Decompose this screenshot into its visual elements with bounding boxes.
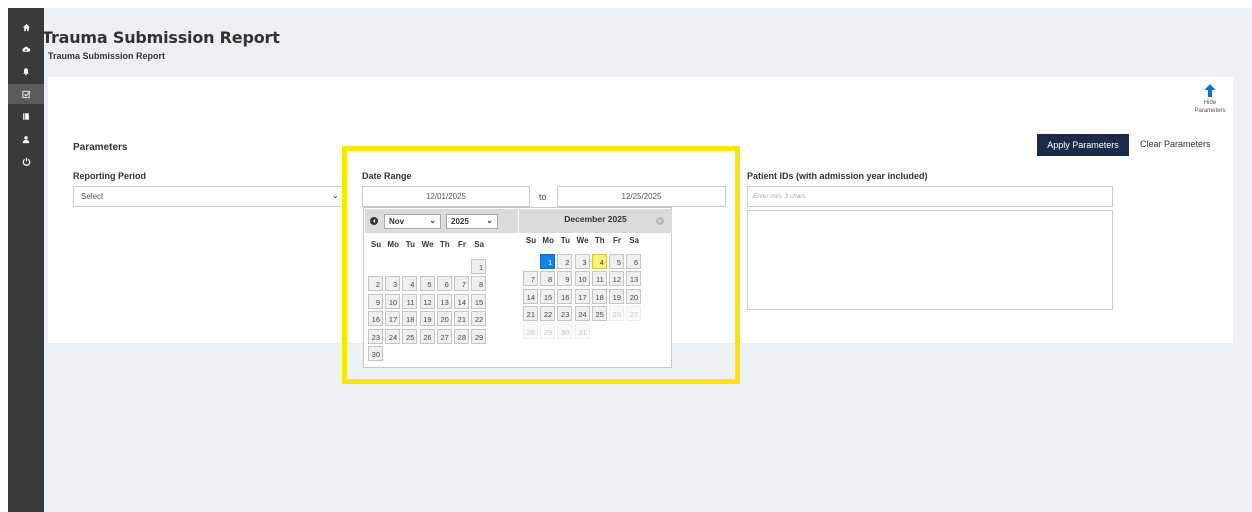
hide-label-2: Parameters <box>1194 108 1226 114</box>
document-icon <box>23 112 29 120</box>
clear-parameters-button[interactable]: Clear Parameters <box>1140 139 1211 149</box>
cloud-upload-icon <box>22 46 31 52</box>
sidebar-item-home[interactable] <box>8 17 44 37</box>
user-icon <box>22 135 30 143</box>
patient-ids-input[interactable]: Enter min. 3 chars <box>747 186 1113 207</box>
sidebar-item-users[interactable] <box>8 129 44 149</box>
chevron-down-icon: ⌄ <box>331 190 339 200</box>
sidebar-item-documents[interactable] <box>8 106 44 126</box>
patient-ids-label: Patient IDs (with admission year include… <box>747 171 928 181</box>
highlight-box <box>342 146 740 384</box>
parameters-heading: Parameters <box>73 142 128 153</box>
apply-parameters-button[interactable]: Apply Parameters <box>1037 134 1129 156</box>
reporting-period-label: Reporting Period <box>73 171 147 181</box>
page-title: Trauma Submission Report <box>42 28 280 47</box>
reporting-period-value: Select <box>81 192 104 201</box>
arrow-up-icon <box>1204 84 1216 97</box>
sidebar-item-notifications[interactable] <box>8 61 44 81</box>
hide-parameters-button[interactable]: Hide Parameters <box>1188 84 1232 115</box>
power-icon <box>22 157 30 166</box>
bell-icon <box>23 67 29 75</box>
sidebar <box>8 8 44 512</box>
patient-ids-list[interactable] <box>747 210 1113 310</box>
breadcrumb: Trauma Submission Report <box>48 51 166 61</box>
sidebar-item-logout[interactable] <box>8 151 44 171</box>
reporting-period-select[interactable]: Select ⌄ <box>73 186 344 207</box>
sidebar-item-upload[interactable] <box>8 39 44 59</box>
checkbox-icon <box>21 90 31 98</box>
sidebar-item-reports[interactable] <box>8 84 44 104</box>
home-icon <box>22 23 30 31</box>
hide-label: Hide <box>1203 100 1217 106</box>
